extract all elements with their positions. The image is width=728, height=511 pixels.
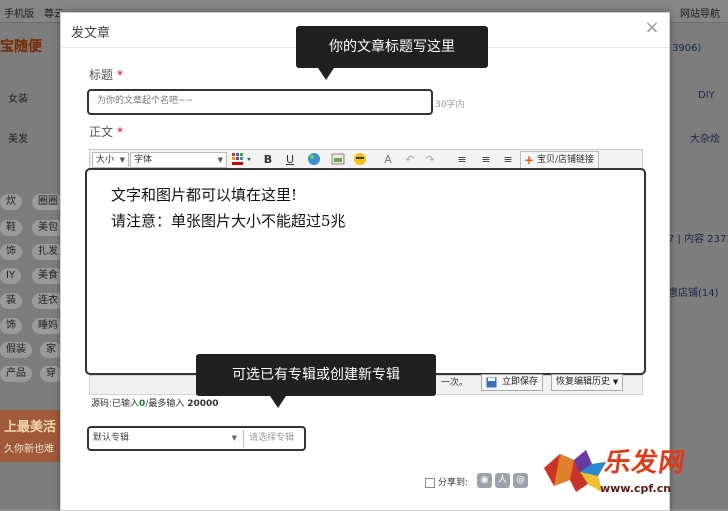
insert-image-icon[interactable] <box>330 152 346 167</box>
bg-logo: 宝随便 <box>0 39 42 55</box>
close-icon[interactable]: × <box>643 19 661 37</box>
share-checkbox[interactable] <box>425 477 435 488</box>
undo-icon[interactable]: ↶ <box>402 152 418 167</box>
smiley-icon <box>354 153 366 165</box>
bg-right-item: 大杂烩 <box>690 134 720 145</box>
album-selector: 默认专辑 ▼ 请选择专辑 <box>87 426 306 451</box>
underline-button[interactable]: U <box>282 152 298 167</box>
save-now-button[interactable]: 立即保存 <box>481 374 544 391</box>
bg-banner-title: 上最美活 <box>4 420 57 435</box>
album-callout: 可选已有专辑或创建新专辑 <box>196 354 436 408</box>
share-label: 分享到: <box>438 478 469 488</box>
bg-tag: 炊 <box>0 194 22 210</box>
title-label: 标题 * <box>89 66 123 83</box>
align-left-icon[interactable]: ≡ <box>454 152 470 167</box>
editor-text-line: 请注意：单张图片大小不能超过5兆 <box>111 212 346 230</box>
callout-tail <box>318 68 334 80</box>
required-mark: * <box>117 68 124 82</box>
title-limit-hint: 30字内 <box>435 100 465 110</box>
bg-tag: 鞋 <box>0 220 22 236</box>
autosave-text: 一次。 <box>441 378 469 388</box>
body-label-text: 正文 <box>89 125 114 139</box>
count-max: 20000 <box>187 399 219 409</box>
share-row: 分享到: <box>425 475 468 488</box>
save-now-label: 立即保存 <box>502 377 539 387</box>
album-default-label: 默认专辑 <box>93 433 130 443</box>
title-callout-text: 你的文章标题写这里 <box>329 39 455 55</box>
bg-banner-subtitle: 久你新也难 <box>4 444 54 455</box>
align-right-icon[interactable]: ≡ <box>500 152 516 167</box>
font-family-select[interactable]: 字体 ▼ <box>130 152 227 168</box>
align-center-icon[interactable]: ≡ <box>478 152 494 167</box>
share-eye-icon[interactable]: ◉ <box>477 473 492 488</box>
globe-icon <box>308 153 320 165</box>
clear-format-icon[interactable]: A <box>380 152 396 167</box>
emoticon-icon[interactable] <box>352 152 368 167</box>
required-mark: * <box>117 125 124 139</box>
font-family-label: 字体 <box>134 155 153 165</box>
restore-history-button[interactable]: 恢复编辑历史 ▼ <box>551 374 624 391</box>
bg-right-info: 7 | 内容 2373 <box>668 234 728 245</box>
watermark-url: www.cpf.cn <box>600 482 672 495</box>
redo-icon[interactable]: ↷ <box>422 152 438 167</box>
bg-tag: 家 <box>40 342 62 358</box>
album-callout-text: 可选已有专辑或创建新专辑 <box>232 367 400 383</box>
bg-tag: 饰 <box>0 244 22 260</box>
color-grid-icon <box>232 153 251 165</box>
chevron-down-icon: ▼ <box>231 434 237 442</box>
share-circle-icon[interactable]: @ <box>513 473 528 488</box>
share-person-icon[interactable]: 人 <box>495 473 510 488</box>
save-icon <box>486 377 497 388</box>
bg-tag: 假装 <box>0 342 32 358</box>
text-color-icon[interactable] <box>230 152 252 167</box>
bg-right-info: 惠店铺(14) <box>668 288 719 299</box>
font-size-label: 大小 <box>96 155 115 165</box>
title-input[interactable] <box>95 95 429 107</box>
chevron-down-icon: ▼ <box>217 156 223 164</box>
char-count: 源码:已输入0/最多输入 20000 <box>91 396 219 409</box>
bg-right-item: DIY <box>698 90 715 101</box>
body-label: 正文 * <box>89 123 123 140</box>
bold-button[interactable]: B <box>260 152 276 167</box>
post-article-dialog: 发文章 × 标题* 30字内 正文* 大小▼ 字体▼ B U <box>60 12 670 511</box>
bg-menu-item: 美发 <box>8 134 28 145</box>
bg-tag: 饰 <box>0 318 22 334</box>
restore-history-label: 恢复编辑历史 <box>556 377 611 387</box>
album-select[interactable]: 默认专辑 ▼ <box>93 431 241 446</box>
product-link-button[interactable]: + 宝贝/店铺链接 <box>520 151 600 169</box>
insert-link-icon[interactable] <box>306 152 322 167</box>
image-icon <box>331 153 345 165</box>
font-size-select[interactable]: 大小 ▼ <box>92 152 129 168</box>
bg-tag: 产品 <box>0 366 32 382</box>
callout-tail <box>270 396 286 408</box>
count-prefix: 源码:已输入 <box>91 399 140 409</box>
bg-topbar-item: 手机版 <box>4 9 34 20</box>
chevron-down-icon: ▼ <box>119 156 125 164</box>
title-callout: 你的文章标题写这里 <box>296 26 488 80</box>
editor-text-line: 文字和图片都可以填在这里! <box>111 186 298 204</box>
album-input-placeholder[interactable]: 请选择专辑 <box>249 431 294 446</box>
title-input-box[interactable] <box>87 89 433 115</box>
chevron-down-icon: ▼ <box>612 378 619 386</box>
bg-tag: 穿 <box>40 366 62 382</box>
bg-right-info: 3906) <box>672 43 702 54</box>
product-link-label: 宝贝/店铺链接 <box>537 155 595 165</box>
bg-menu-item: 女装 <box>8 94 28 105</box>
title-label-text: 标题 <box>89 68 114 82</box>
count-middle: /最多输入 <box>145 399 185 409</box>
bg-topbar-item: 网站导航 <box>680 9 720 20</box>
bg-tag: IY <box>0 268 22 284</box>
dialog-title: 发文章 <box>71 26 111 41</box>
plus-icon: + <box>524 153 535 167</box>
editor-body[interactable]: 文字和图片都可以填在这里! 请注意：单张图片大小不能超过5兆 <box>85 168 646 375</box>
bg-tag: 装 <box>0 293 22 309</box>
album-divider <box>243 430 244 447</box>
watermark-brand: 乐发网 <box>602 448 688 478</box>
